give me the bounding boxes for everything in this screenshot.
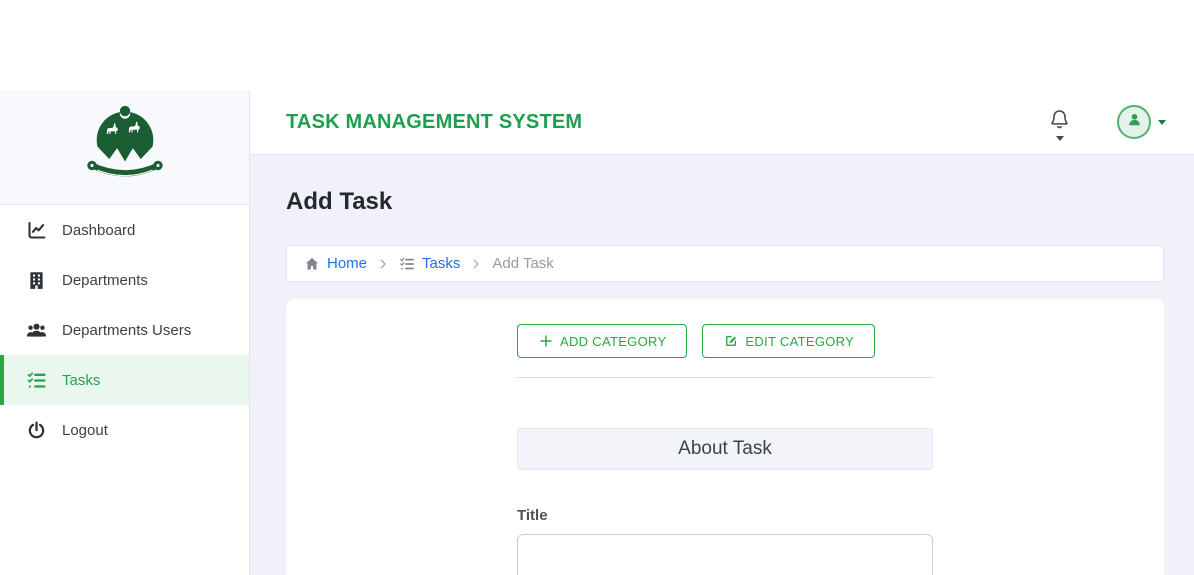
main-content: Add Task Home: [250, 155, 1194, 575]
add-category-button[interactable]: ADD CATEGORY: [517, 324, 687, 358]
caret-down-icon[interactable]: [1158, 120, 1166, 125]
users-icon: [26, 320, 47, 341]
page-title: Add Task: [286, 188, 1164, 216]
sidebar: Dashboard Departments Departments Users: [0, 90, 250, 575]
edit-pencil-square-icon: [723, 333, 739, 349]
title-input[interactable]: [517, 534, 933, 575]
user-menu-button[interactable]: [1117, 105, 1151, 139]
breadcrumb-label: Home: [327, 255, 367, 272]
notifications-button[interactable]: [1048, 108, 1071, 136]
sidebar-item-tasks[interactable]: Tasks: [0, 355, 249, 405]
sidebar-logo-area: [0, 90, 249, 205]
sidebar-item-dashboard[interactable]: Dashboard: [0, 205, 249, 255]
bell-icon: [1048, 108, 1071, 136]
home-icon: [304, 256, 320, 272]
chart-line-icon: [26, 220, 47, 241]
breadcrumb-label: Tasks: [422, 255, 460, 272]
plus-icon: [538, 333, 554, 349]
building-icon: [26, 270, 47, 291]
chevron-right-icon: [376, 257, 390, 271]
sidebar-item-label: Departments Users: [62, 322, 191, 339]
power-icon: [26, 420, 47, 441]
caret-down-icon: [1056, 136, 1064, 141]
sidebar-item-label: Logout: [62, 422, 108, 439]
sidebar-item-label: Dashboard: [62, 222, 135, 239]
sidebar-item-logout[interactable]: Logout: [0, 405, 249, 455]
breadcrumb-current: Add Task: [492, 255, 553, 272]
top-header: TASK MANAGEMENT SYSTEM: [250, 90, 1194, 155]
sidebar-item-departments-users[interactable]: Departments Users: [0, 305, 249, 355]
task-list-icon: [399, 256, 415, 272]
breadcrumb-tasks-link[interactable]: Tasks: [399, 255, 460, 272]
add-category-label: ADD CATEGORY: [560, 334, 666, 349]
add-task-card: ADD CATEGORY EDIT CATEGORY About Task Ti…: [286, 299, 1164, 575]
sidebar-item-label: Departments: [62, 272, 148, 289]
chevron-right-icon: [469, 257, 483, 271]
person-icon: [1126, 111, 1143, 133]
edit-category-label: EDIT CATEGORY: [745, 334, 854, 349]
government-emblem-logo: [85, 101, 165, 194]
divider: [517, 377, 933, 378]
title-field-label: Title: [517, 507, 933, 524]
breadcrumb-home-link[interactable]: Home: [304, 255, 367, 272]
sidebar-item-label: Tasks: [62, 372, 100, 389]
edit-category-button[interactable]: EDIT CATEGORY: [702, 324, 875, 358]
task-list-icon: [26, 370, 47, 391]
app-title: TASK MANAGEMENT SYSTEM: [286, 111, 582, 134]
breadcrumb: Home Tasks Add Task: [286, 245, 1164, 282]
about-task-section-title: About Task: [517, 428, 933, 470]
sidebar-item-departments[interactable]: Departments: [0, 255, 249, 305]
